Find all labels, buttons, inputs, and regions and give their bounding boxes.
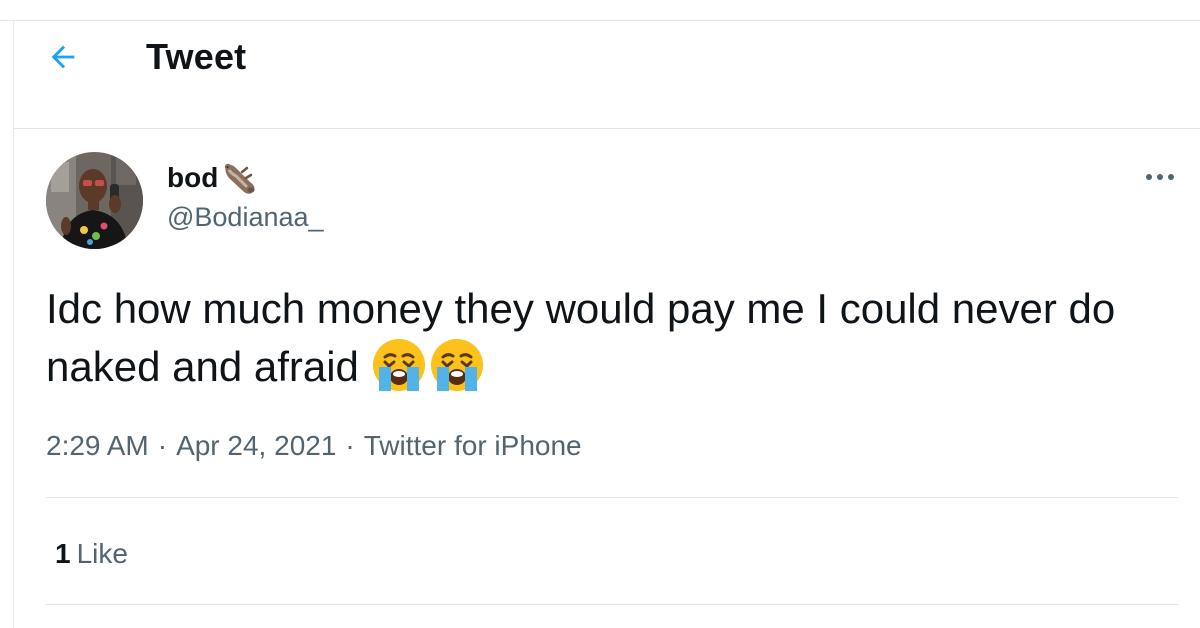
likes-label: Like: [76, 538, 128, 569]
avatar[interactable]: [46, 152, 143, 249]
back-button[interactable]: [40, 34, 86, 80]
tweet-time[interactable]: 2:29 AM: [46, 430, 149, 462]
header-divider: [14, 128, 1200, 129]
stats-divider: [46, 604, 1178, 605]
meta-separator: ·: [157, 430, 168, 461]
tweet-text: Idc how much money they would pay me I c…: [46, 281, 1186, 395]
more-dots-icon: [1146, 174, 1174, 180]
tweet-text-body: Idc how much money they would pay me I c…: [46, 285, 1116, 390]
tweet-meta: 2:29 AM · Apr 24, 2021 · Twitter for iPh…: [46, 430, 582, 462]
page-title: Tweet: [146, 36, 247, 77]
loudly-crying-face-emoji: [372, 339, 425, 391]
avatar-photo: [46, 152, 143, 249]
user-handle[interactable]: @Bodianaa_: [167, 202, 324, 233]
loudly-crying-face-emoji: [430, 339, 483, 391]
likes-count: 1: [55, 538, 71, 569]
likes-link[interactable]: 1 Like: [55, 538, 128, 570]
otter-emoji-icon: [225, 163, 255, 194]
author-name-row[interactable]: bod: [167, 158, 260, 198]
display-name: bod: [167, 162, 219, 193]
arrow-left-icon: [51, 45, 75, 69]
meta-divider: [46, 497, 1178, 498]
tweet-date[interactable]: Apr 24, 2021: [176, 430, 336, 462]
tweet-source[interactable]: Twitter for iPhone: [364, 430, 582, 462]
more-button[interactable]: [1136, 160, 1184, 194]
meta-separator: ·: [345, 430, 355, 461]
left-border: [13, 20, 14, 628]
top-border: [0, 20, 1200, 21]
